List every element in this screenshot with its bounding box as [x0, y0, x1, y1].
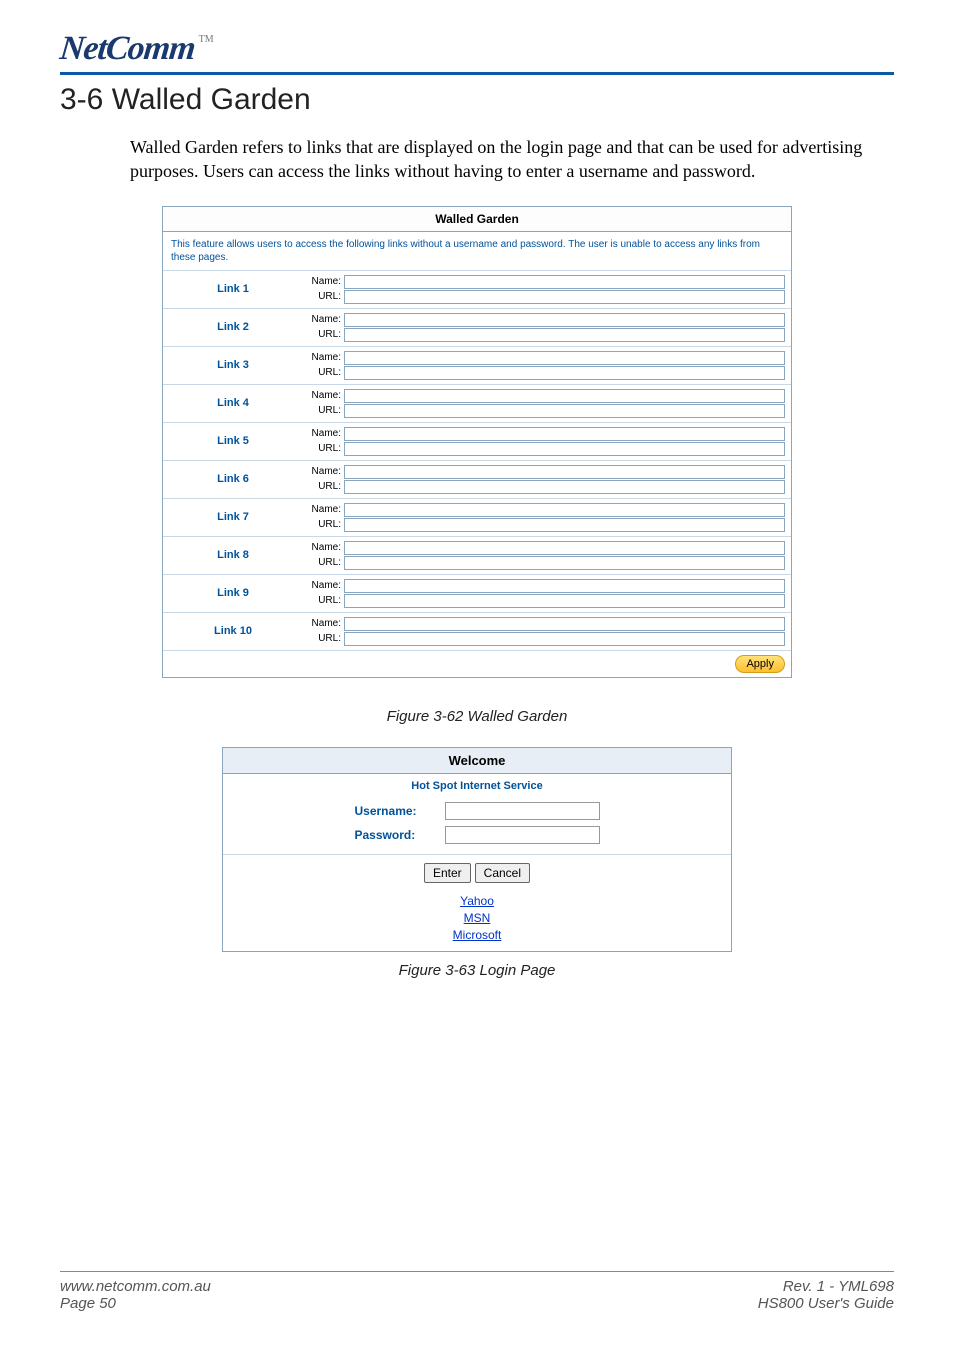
name-label: Name: [303, 580, 341, 591]
username-label: Username: [355, 804, 437, 818]
link-name-input[interactable] [344, 275, 785, 289]
link-name-input[interactable] [344, 617, 785, 631]
link-name-input[interactable] [344, 465, 785, 479]
link-label: Link 10 [163, 613, 303, 650]
cancel-button[interactable]: Cancel [475, 863, 530, 883]
name-label: Name: [303, 352, 341, 363]
name-label: Name: [303, 466, 341, 477]
panel-description: This feature allows users to access the … [163, 232, 791, 270]
url-label: URL: [303, 329, 341, 340]
panel-title: Walled Garden [163, 207, 791, 232]
link-name-input[interactable] [344, 389, 785, 403]
footer-rule [60, 1271, 894, 1272]
link-url-input[interactable] [344, 442, 785, 456]
enter-button[interactable]: Enter [424, 863, 471, 883]
link-row: Link 8Name: URL: [163, 536, 791, 574]
section-heading: 3-6 Walled Garden [60, 83, 894, 117]
brand-name: NetComm [58, 30, 197, 68]
link-name-input[interactable] [344, 579, 785, 593]
link-row: Link 5Name: URL: [163, 422, 791, 460]
password-label: Password: [355, 828, 437, 842]
name-label: Name: [303, 276, 341, 287]
link-label: Link 3 [163, 347, 303, 384]
url-label: URL: [303, 405, 341, 416]
link-label: Link 7 [163, 499, 303, 536]
password-input[interactable] [445, 826, 600, 844]
username-input[interactable] [445, 802, 600, 820]
apply-button[interactable]: Apply [735, 655, 785, 673]
figure-caption-63: Figure 3-63 Login Page [60, 962, 894, 979]
name-label: Name: [303, 618, 341, 629]
url-label: URL: [303, 291, 341, 302]
ext-link-yahoo[interactable]: Yahoo [223, 894, 731, 908]
link-name-input[interactable] [344, 541, 785, 555]
link-label: Link 6 [163, 461, 303, 498]
header-rule [60, 72, 894, 75]
url-label: URL: [303, 367, 341, 378]
link-row: Link 4Name: URL: [163, 384, 791, 422]
login-welcome: Welcome [223, 748, 731, 774]
link-url-input[interactable] [344, 594, 785, 608]
link-row: Link 6Name: URL: [163, 460, 791, 498]
footer-rev: Rev. 1 - YML698 [758, 1278, 894, 1295]
link-label: Link 9 [163, 575, 303, 612]
link-url-input[interactable] [344, 290, 785, 304]
url-label: URL: [303, 519, 341, 530]
external-links: Yahoo MSN Microsoft [223, 894, 731, 951]
url-label: URL: [303, 481, 341, 492]
link-row: Link 3Name: URL: [163, 346, 791, 384]
page-footer: www.netcomm.com.au Page 50 Rev. 1 - YML6… [60, 1278, 894, 1312]
link-url-input[interactable] [344, 556, 785, 570]
name-label: Name: [303, 504, 341, 515]
name-label: Name: [303, 314, 341, 325]
login-panel: Welcome Hot Spot Internet Service Userna… [222, 747, 732, 952]
link-label: Link 2 [163, 309, 303, 346]
link-label: Link 1 [163, 271, 303, 308]
link-row: Link 7Name: URL: [163, 498, 791, 536]
link-url-input[interactable] [344, 328, 785, 342]
link-url-input[interactable] [344, 404, 785, 418]
intro-paragraph: Walled Garden refers to links that are d… [130, 135, 894, 184]
ext-link-msn[interactable]: MSN [223, 911, 731, 925]
ext-link-microsoft[interactable]: Microsoft [223, 928, 731, 942]
name-label: Name: [303, 390, 341, 401]
name-label: Name: [303, 428, 341, 439]
link-label: Link 4 [163, 385, 303, 422]
link-row: Link 10Name: URL: [163, 612, 791, 650]
url-label: URL: [303, 633, 341, 644]
link-name-input[interactable] [344, 313, 785, 327]
footer-url: www.netcomm.com.au [60, 1278, 211, 1295]
link-url-input[interactable] [344, 632, 785, 646]
link-row: Link 9Name: URL: [163, 574, 791, 612]
link-label: Link 8 [163, 537, 303, 574]
login-subtitle: Hot Spot Internet Service [223, 774, 731, 798]
footer-page: Page 50 [60, 1295, 211, 1312]
link-row: Link 2Name: URL: [163, 308, 791, 346]
link-name-input[interactable] [344, 351, 785, 365]
footer-guide: HS800 User's Guide [758, 1295, 894, 1312]
name-label: Name: [303, 542, 341, 553]
link-url-input[interactable] [344, 480, 785, 494]
link-url-input[interactable] [344, 518, 785, 532]
figure-caption-62: Figure 3-62 Walled Garden [60, 708, 894, 725]
brand-tm: TM [199, 34, 214, 45]
url-label: URL: [303, 443, 341, 454]
brand-logo: NetComm TM [60, 30, 894, 68]
link-row: Link 1Name: URL: [163, 270, 791, 308]
link-label: Link 5 [163, 423, 303, 460]
link-url-input[interactable] [344, 366, 785, 380]
link-name-input[interactable] [344, 427, 785, 441]
url-label: URL: [303, 557, 341, 568]
walled-garden-panel: Walled Garden This feature allows users … [162, 206, 792, 678]
link-name-input[interactable] [344, 503, 785, 517]
url-label: URL: [303, 595, 341, 606]
